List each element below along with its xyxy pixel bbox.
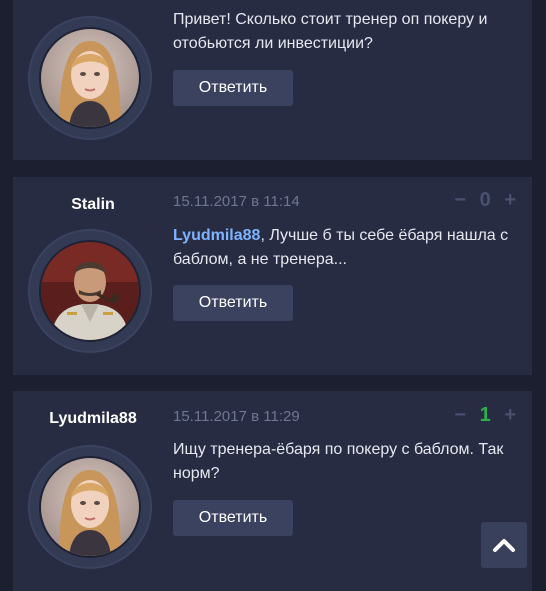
comment-text: Lyudmila88, Лучше б ты себе ёбаря нашла … (173, 224, 518, 272)
comment-card: Привет! Сколько стоит тренер оп покеру и… (13, 0, 532, 160)
mention-link[interactable]: Lyudmila88 (173, 227, 260, 244)
man-avatar-image (41, 242, 139, 340)
comment-card: Lyudmila88 15.11.2017 в 11:29 − 1 + Ищу … (13, 391, 532, 591)
avatar[interactable] (28, 445, 152, 569)
reply-button[interactable]: Ответить (173, 70, 293, 106)
vote-up-button[interactable]: + (504, 189, 518, 211)
comment-date: 15.11.2017 в 11:14 (173, 193, 300, 210)
comment-card: Stalin 15.11.2017 в 11:14 − 0 + Lyudmila… (13, 177, 532, 375)
chevron-up-icon (493, 539, 515, 552)
avatar[interactable] (28, 16, 152, 140)
comment-rating: − 0 + (454, 189, 518, 212)
comment-date: 15.11.2017 в 11:29 (173, 408, 300, 425)
comment-rating: − 1 + (454, 404, 518, 427)
comment-text: Ищу тренера-ёбаря по покеру с баблом. Та… (173, 441, 504, 482)
comment-text: Привет! Сколько стоит тренер оп покеру и… (173, 11, 488, 52)
comment-author[interactable]: Stalin (13, 196, 173, 214)
rating-score: 0 (479, 189, 493, 211)
reply-button[interactable]: Ответить (173, 500, 293, 536)
reply-button[interactable]: Ответить (173, 285, 293, 321)
vote-down-button[interactable]: − (454, 404, 468, 426)
comment-author[interactable]: Lyudmila88 (13, 410, 173, 428)
woman-avatar-image (41, 458, 139, 556)
vote-up-button[interactable]: + (504, 404, 518, 426)
vote-down-button[interactable]: − (454, 189, 468, 211)
rating-score: 1 (479, 404, 493, 426)
woman-avatar-image (41, 29, 139, 127)
avatar[interactable] (28, 229, 152, 353)
scroll-to-top-button[interactable] (481, 522, 527, 568)
